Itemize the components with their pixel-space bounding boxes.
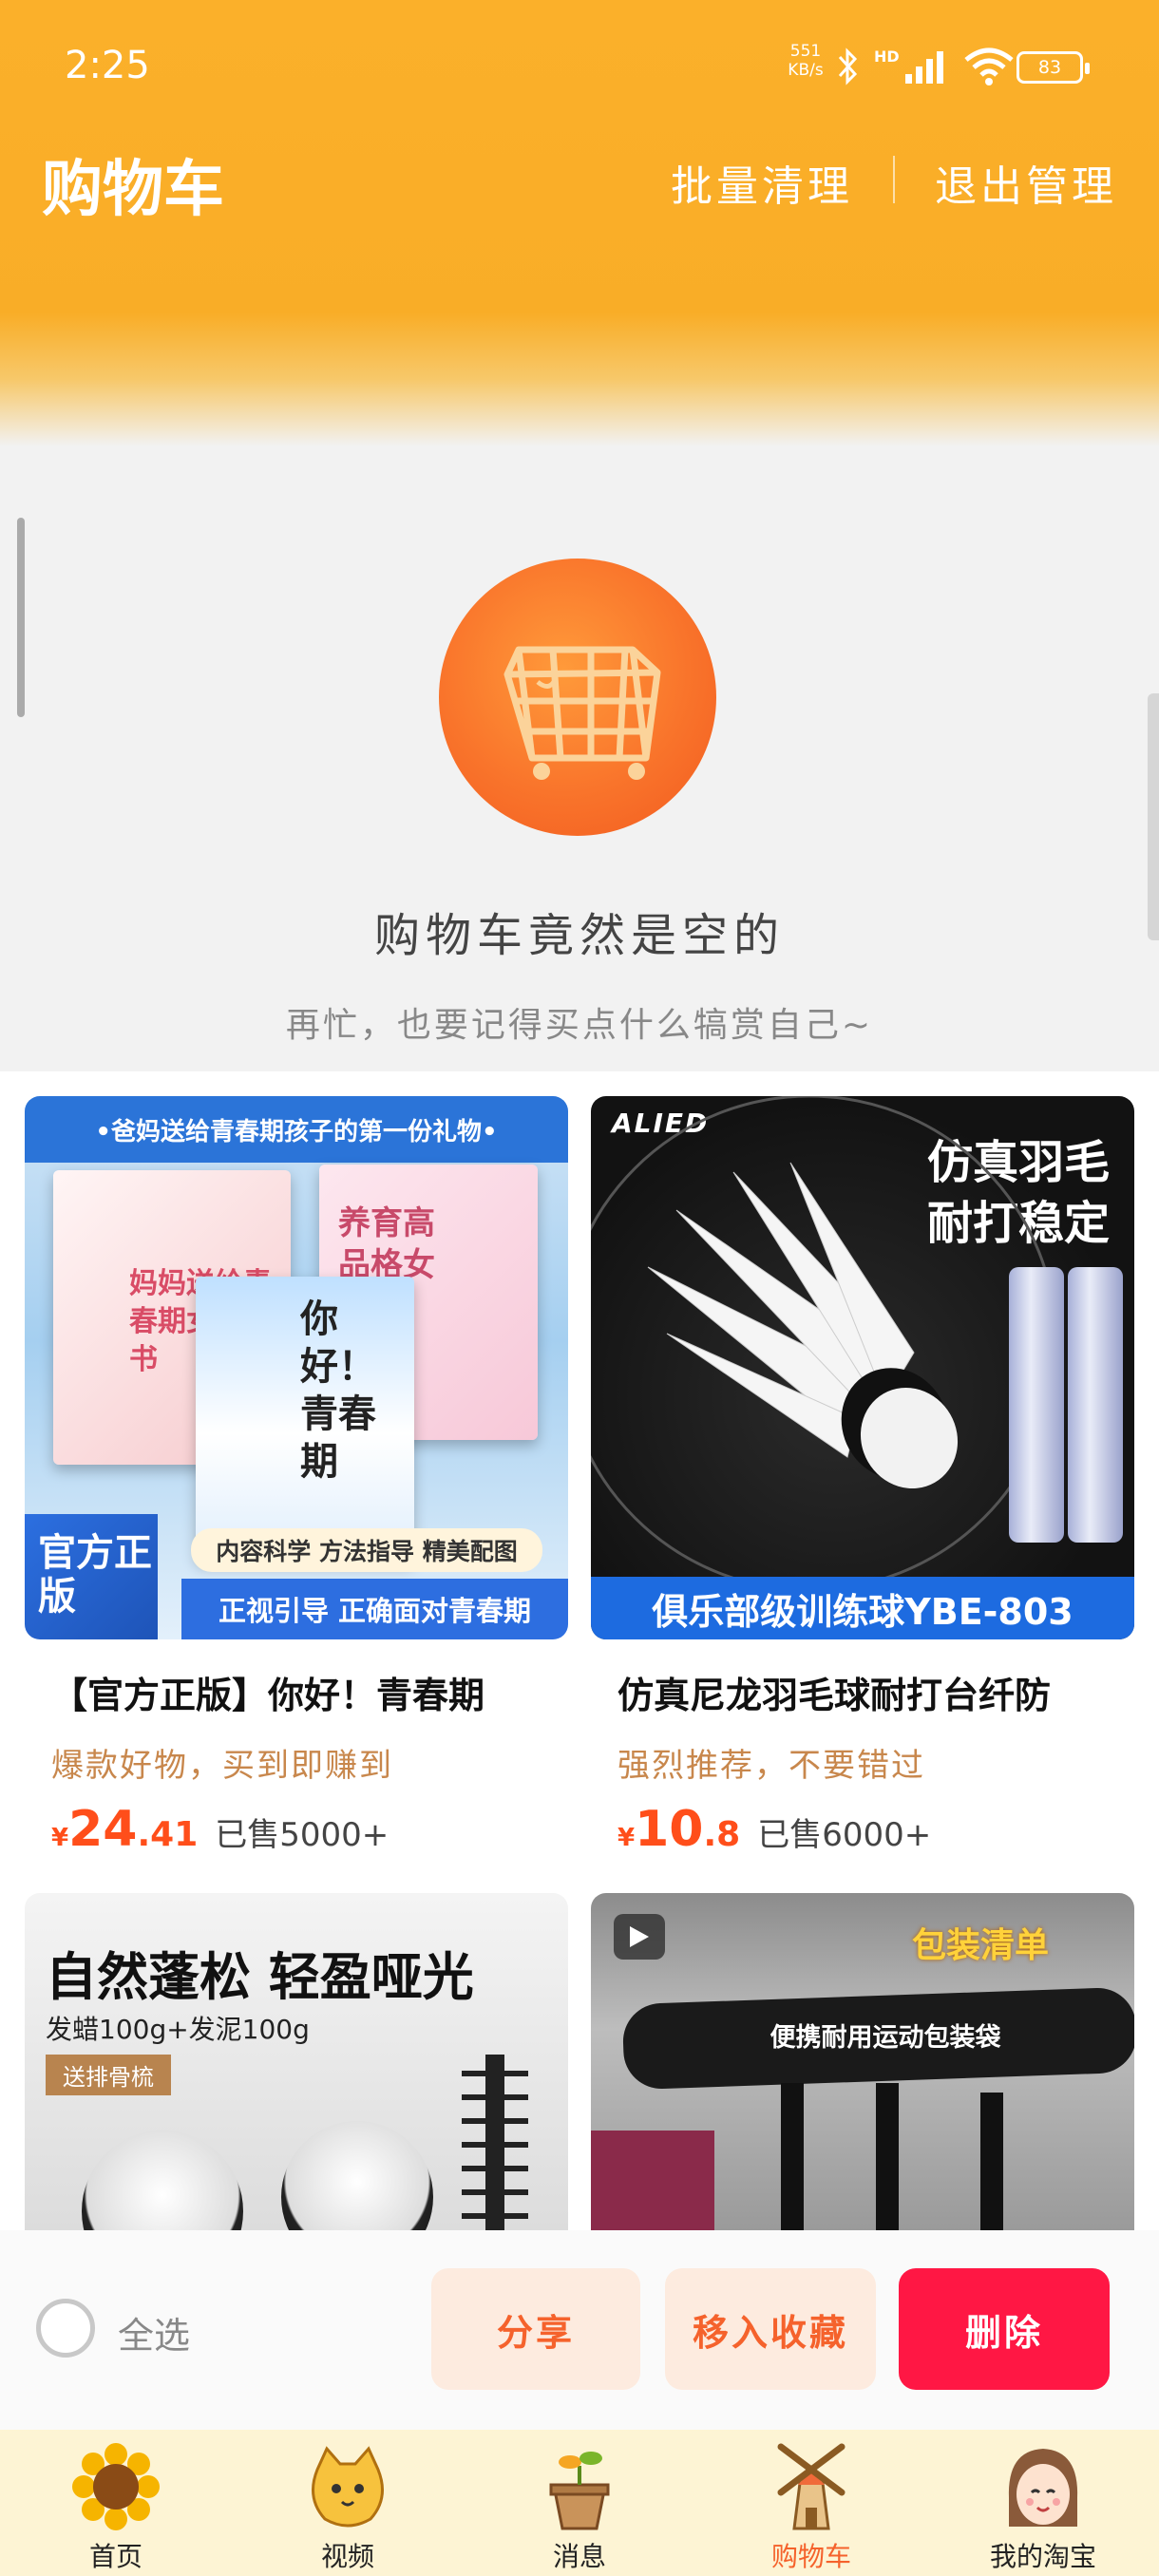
sold-count: 已售6000+: [757, 1816, 932, 1854]
product-title[interactable]: 【官方正版】你好！青春期: [25, 1666, 568, 1718]
tab-video[interactable]: 视频: [232, 2430, 464, 2576]
header: 2:25 551 KB/s HD 83 购物车 批量清理 退出管理: [0, 0, 1159, 446]
tab-home[interactable]: 首页: [0, 2430, 232, 2576]
avatar-icon: [996, 2439, 1091, 2534]
pole: [980, 2093, 1003, 2232]
status-icons: HD: [836, 42, 1016, 91]
header-divider: [893, 156, 895, 203]
comb-icon: [462, 2055, 528, 2232]
empty-cart-title: 购物车竟然是空的: [373, 909, 785, 962]
product-card[interactable]: ALIED 仿真羽毛 耐打稳定 俱乐部级训练球YBE-803 仿真尼龙羽毛球耐打…: [591, 1096, 1134, 1858]
recommendation-feed: •爸妈送给青春期孩子的第一份礼物• 妈妈送给青春期女儿的书 养育高品格女孩 你好…: [0, 1071, 1159, 2259]
product-title[interactable]: 仿真尼龙羽毛球耐打台纤防: [591, 1666, 1134, 1718]
shopping-cart-icon: [504, 646, 661, 780]
move-to-favorites-button[interactable]: 移入收藏: [665, 2268, 876, 2390]
status-time: 2:25: [65, 44, 150, 87]
image-label: 包装清单: [911, 1926, 1049, 1965]
product-tag: 爆款好物，买到即赚到: [51, 1747, 393, 1785]
image-strip: 俱乐部级训练球YBE-803: [591, 1577, 1134, 1639]
tab-cart[interactable]: 购物车: [695, 2430, 927, 2576]
shuttle-tube: [1009, 1267, 1064, 1543]
network-type: HD: [874, 47, 900, 66]
empty-cart-subtitle: 再忙，也要记得买点什么犒赏自己~: [285, 1006, 874, 1045]
page-title: 购物车: [42, 155, 224, 225]
pole: [781, 2083, 804, 2232]
book-cover: 你好！青春期: [196, 1277, 414, 1562]
status-bar: 2:25 551 KB/s HD 83: [0, 38, 1159, 95]
wax-jar: [82, 2131, 243, 2232]
bag-label: 便携耐用运动包装袋: [770, 2023, 1001, 2053]
product-tag: 强烈推荐，不要错过: [618, 1747, 925, 1785]
product-image[interactable]: •爸妈送给青春期孩子的第一份礼物• 妈妈送给青春期女儿的书 养育高品格女孩 你好…: [25, 1096, 568, 1639]
tab-label: 首页: [88, 2541, 142, 2572]
sprout-icon: [532, 2439, 627, 2534]
battery-icon: 83: [1016, 51, 1090, 84]
sunflower-icon: [68, 2439, 163, 2534]
image-strip: 正视引导 正确面对青春期: [181, 1579, 568, 1639]
feature-pill: 内容科学 方法指导 精美配图: [191, 1528, 542, 1572]
book-title: 你好！青春期: [300, 1297, 376, 1484]
tab-label: 购物车: [770, 2541, 851, 2572]
currency-symbol: ¥: [51, 1824, 69, 1852]
price-integer: 24: [68, 1801, 138, 1858]
currency-symbol: ¥: [618, 1824, 636, 1852]
product-card[interactable]: •爸妈送给青春期孩子的第一份礼物• 妈妈送给青春期女儿的书 养育高品格女孩 你好…: [25, 1096, 568, 1858]
windmill-icon: [764, 2439, 859, 2534]
product-card[interactable]: 自然蓬松 轻盈哑光 发蜡100g+发泥100g 送排骨梳: [25, 1893, 568, 2232]
bottom-tab-bar: 首页 视频 消息 购物车 我的淘宝: [0, 2430, 1159, 2576]
empty-cart-illustration: [439, 559, 716, 836]
product-card[interactable]: 包装清单 便携耐用运动包装袋: [591, 1893, 1134, 2232]
product-price: ¥ 24 .41 已售5000+: [25, 1801, 568, 1858]
shuttle-tube: [1068, 1267, 1123, 1543]
sold-count: 已售5000+: [215, 1816, 390, 1854]
wifi-icon: [964, 47, 1014, 85]
price-decimal: .8: [703, 1815, 741, 1854]
cat-icon: [300, 2439, 395, 2534]
product-price: ¥ 10 .8 已售6000+: [591, 1801, 1134, 1858]
price-decimal: .41: [137, 1815, 199, 1854]
tab-label: 消息: [552, 2541, 606, 2572]
select-all-radio[interactable]: [36, 2299, 95, 2358]
tab-messages[interactable]: 消息: [464, 2430, 695, 2576]
pole: [876, 2083, 899, 2232]
official-badge: 官方正版: [25, 1514, 158, 1639]
signal-icon: [904, 51, 943, 84]
net-speed: 551 KB/s: [788, 42, 824, 80]
tab-my-taobao[interactable]: 我的淘宝: [927, 2430, 1159, 2576]
batch-clean-button[interactable]: 批量清理: [671, 152, 853, 213]
exit-manage-button[interactable]: 退出管理: [935, 152, 1117, 213]
tab-label: 视频: [320, 2541, 374, 2572]
bluetooth-icon: [838, 47, 858, 85]
video-play-icon[interactable]: [614, 1914, 665, 1960]
gift-label: 送排骨梳: [46, 2055, 171, 2095]
delete-button[interactable]: 删除: [899, 2268, 1110, 2390]
image-headline: 自然蓬松 轻盈哑光: [46, 1947, 474, 2007]
tab-label: 我的淘宝: [989, 2541, 1096, 2572]
cart-action-bar: 全选 分享 移入收藏 删除: [0, 2230, 1159, 2430]
select-all-label[interactable]: 全选: [118, 2306, 190, 2358]
scrollbar-left[interactable]: [17, 518, 25, 717]
product-image[interactable]: ALIED 仿真羽毛 耐打稳定 俱乐部级训练球YBE-803: [591, 1096, 1134, 1639]
net-swatch: [591, 2131, 714, 2232]
wax-jar: [281, 2121, 433, 2232]
price-integer: 10: [635, 1801, 704, 1858]
image-banner: •爸妈送给青春期孩子的第一份礼物•: [25, 1096, 568, 1163]
image-subline: 发蜡100g+发泥100g: [46, 2014, 310, 2045]
share-button[interactable]: 分享: [431, 2268, 640, 2390]
